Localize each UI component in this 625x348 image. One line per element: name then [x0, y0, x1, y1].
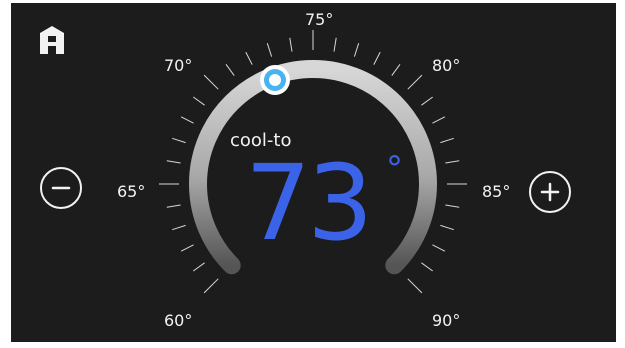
decrease-temperature-button[interactable] — [40, 167, 82, 209]
dial-tick — [172, 224, 186, 231]
dial-tick — [421, 96, 433, 106]
dial-tick — [203, 278, 219, 294]
dial-tick — [180, 244, 194, 252]
dial-tick — [373, 51, 381, 65]
dial-tick — [172, 137, 186, 144]
dial-tick — [407, 74, 423, 90]
dial-tick — [266, 43, 273, 57]
scale-label-70: 70° — [164, 56, 193, 75]
dial-tick — [432, 116, 446, 124]
scale-label-80: 80° — [432, 56, 461, 75]
dial-tick — [166, 160, 181, 164]
dial-tick — [180, 116, 194, 124]
slider-thumb-icon — [260, 65, 290, 95]
dial-tick — [432, 244, 446, 252]
setpoint-value: 73 — [245, 142, 373, 264]
dial-tick — [391, 64, 401, 76]
scale-label-60: 60° — [164, 311, 193, 330]
dial-tick — [445, 204, 460, 208]
dial-tick — [225, 64, 235, 76]
scale-label-65: 65° — [117, 182, 146, 201]
dial-tick — [166, 204, 181, 208]
dial-tick — [440, 137, 454, 144]
scale-label-90: 90° — [432, 311, 461, 330]
thermostat-screen: 60° 65° 70° 75° 80° 85° 90° cool-to 73 ° — [11, 3, 616, 342]
dial-tick — [289, 37, 293, 52]
increase-temperature-button[interactable] — [529, 171, 571, 213]
dial-tick — [440, 224, 454, 231]
dial-tick — [445, 160, 460, 164]
scale-label-75: 75° — [305, 10, 334, 29]
setpoint-slider-thumb[interactable] — [258, 63, 292, 97]
minus-icon — [51, 186, 71, 190]
dial-tick — [193, 262, 205, 272]
dial-tick — [333, 37, 337, 52]
dial-tick — [421, 262, 433, 272]
scale-label-85: 85° — [482, 182, 511, 201]
dial-tick — [353, 43, 360, 57]
plus-icon — [540, 182, 560, 202]
dial-tick — [203, 74, 219, 90]
dial-tick — [245, 51, 253, 65]
setpoint-degree-symbol: ° — [386, 149, 403, 189]
dial-tick — [193, 96, 205, 106]
dial-tick — [407, 278, 423, 294]
